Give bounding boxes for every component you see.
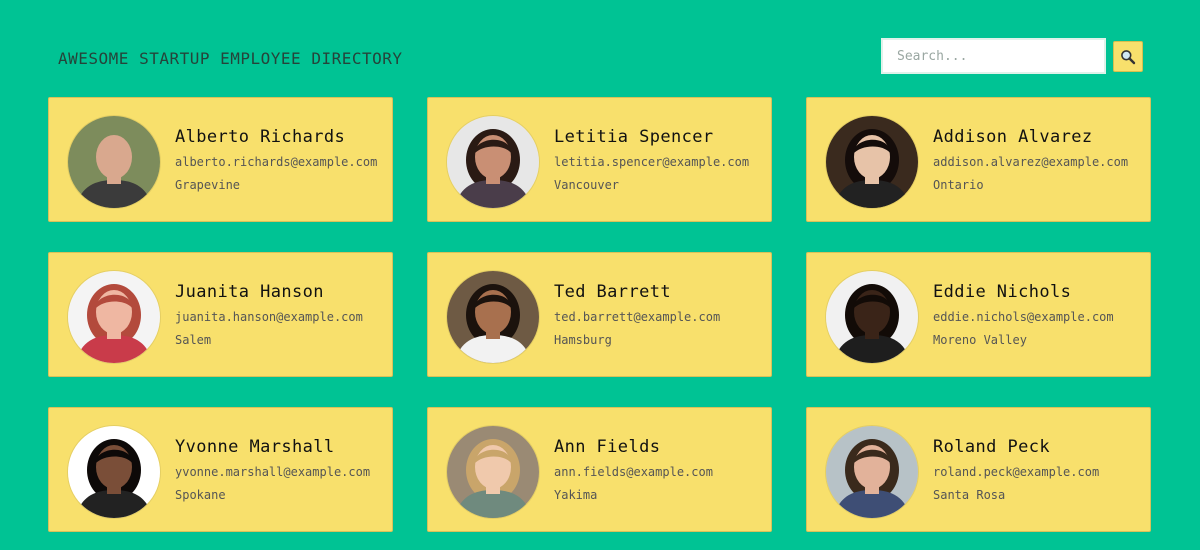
employee-name: Letitia Spencer	[554, 127, 714, 147]
avatar-portrait	[447, 116, 539, 208]
avatar	[447, 426, 539, 518]
avatar-portrait	[68, 271, 160, 363]
employee-card[interactable]: Roland Peck roland.peck@example.com Sant…	[806, 407, 1151, 532]
page-title: AWESOME STARTUP EMPLOYEE DIRECTORY	[58, 49, 403, 68]
avatar	[826, 116, 918, 208]
employee-email: yvonne.marshall@example.com	[175, 465, 371, 479]
avatar-portrait	[826, 271, 918, 363]
employee-email: letitia.spencer@example.com	[554, 155, 750, 169]
employee-email: eddie.nichols@example.com	[933, 310, 1114, 324]
employee-name: Yvonne Marshall	[175, 437, 335, 457]
employee-card[interactable]: Juanita Hanson juanita.hanson@example.co…	[48, 252, 393, 377]
search-icon	[1121, 49, 1136, 64]
employee-city: Ontario	[933, 178, 984, 192]
search-input[interactable]	[881, 38, 1106, 74]
employee-card[interactable]: Addison Alvarez addison.alvarez@example.…	[806, 97, 1151, 222]
avatar	[68, 271, 160, 363]
employee-city: Santa Rosa	[933, 488, 1006, 502]
employee-card[interactable]: Eddie Nichols eddie.nichols@example.com …	[806, 252, 1151, 377]
avatar-portrait	[826, 116, 918, 208]
employee-name: Roland Peck	[933, 437, 1050, 457]
employee-name: Addison Alvarez	[933, 127, 1093, 147]
avatar-portrait	[447, 271, 539, 363]
employee-name: Ted Barrett	[554, 282, 671, 302]
avatar-portrait	[68, 116, 160, 208]
avatar	[826, 426, 918, 518]
employee-city: Salem	[175, 333, 212, 347]
employee-card[interactable]: Alberto Richards alberto.richards@exampl…	[48, 97, 393, 222]
employee-email: roland.peck@example.com	[933, 465, 1100, 479]
avatar	[447, 116, 539, 208]
avatar-portrait	[447, 426, 539, 518]
employee-email: addison.alvarez@example.com	[933, 155, 1129, 169]
search-button[interactable]	[1113, 41, 1143, 72]
employee-name: Juanita Hanson	[175, 282, 324, 302]
employee-city: Moreno Valley	[933, 333, 1027, 347]
employee-city: Spokane	[175, 488, 226, 502]
avatar	[68, 426, 160, 518]
employee-city: Vancouver	[554, 178, 620, 192]
employee-email: ann.fields@example.com	[554, 465, 713, 479]
portrait-face	[96, 135, 132, 179]
avatar-portrait	[68, 426, 160, 518]
avatar	[68, 116, 160, 208]
employee-email: juanita.hanson@example.com	[175, 310, 363, 324]
employee-email: alberto.richards@example.com	[175, 155, 378, 169]
employee-card[interactable]: Ted Barrett ted.barrett@example.com Hams…	[427, 252, 772, 377]
employee-city: Hamsburg	[554, 333, 612, 347]
avatar	[826, 271, 918, 363]
employee-name: Alberto Richards	[175, 127, 346, 147]
avatar	[447, 271, 539, 363]
employee-card[interactable]: Letitia Spencer letitia.spencer@example.…	[427, 97, 772, 222]
employee-city: Yakima	[554, 488, 598, 502]
employee-email: ted.barrett@example.com	[554, 310, 721, 324]
employee-card[interactable]: Yvonne Marshall yvonne.marshall@example.…	[48, 407, 393, 532]
employee-city: Grapevine	[175, 178, 241, 192]
employee-name: Eddie Nichols	[933, 282, 1072, 302]
employee-card[interactable]: Ann Fields ann.fields@example.com Yakima	[427, 407, 772, 532]
employee-name: Ann Fields	[554, 437, 661, 457]
avatar-portrait	[826, 426, 918, 518]
